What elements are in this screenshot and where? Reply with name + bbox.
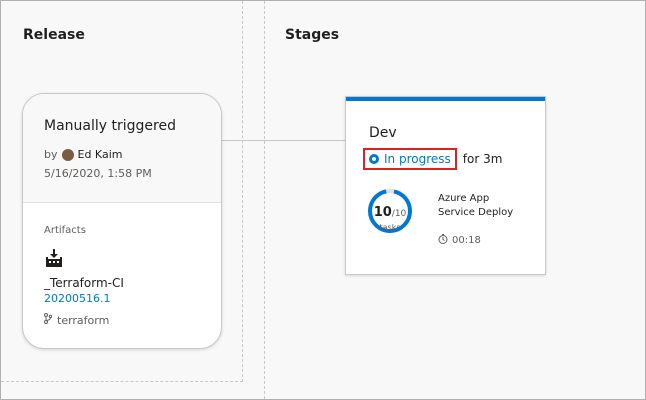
release-date: 5/16/2020, 1:58 PM xyxy=(44,167,152,180)
artifact-name: _Terraform-CI xyxy=(44,276,124,290)
current-task-name: Azure App Service Deploy xyxy=(438,192,518,220)
tasks-total: /10 xyxy=(391,209,407,219)
stage-name: Dev xyxy=(369,125,397,141)
branch-name: terraform xyxy=(57,313,110,327)
artifact-branch: terraform xyxy=(44,313,109,327)
build-number-link[interactable]: 20200516.1 xyxy=(44,292,110,305)
task-line2: Service Deploy xyxy=(438,207,514,218)
release-to-stage-connector xyxy=(221,140,345,141)
status-text: In progress xyxy=(384,152,451,166)
triggered-by: by Ed Kaim xyxy=(44,148,122,161)
release-card[interactable]: Manually triggered by Ed Kaim 5/16/2020,… xyxy=(22,93,222,349)
release-section-title: Release xyxy=(23,27,85,43)
stage-status-row: In progress for 3m xyxy=(363,148,502,170)
branch-icon xyxy=(44,313,53,327)
by-prefix: by xyxy=(44,148,58,161)
tasks-done: 10 xyxy=(373,205,392,220)
artifacts-label: Artifacts xyxy=(44,225,86,236)
ring-count: 10/10 xyxy=(366,201,414,220)
card-divider xyxy=(23,202,221,203)
author-name: Ed Kaim xyxy=(77,148,123,161)
status-duration: for 3m xyxy=(462,152,503,166)
task-time: 00:18 xyxy=(452,235,481,246)
build-artifact-icon xyxy=(44,249,64,273)
stages-section-title: Stages xyxy=(285,27,340,43)
task-line1: Azure App xyxy=(438,193,490,204)
tasks-label: tasks xyxy=(379,223,401,232)
task-elapsed: 00:18 xyxy=(438,234,481,247)
status-highlight-box[interactable]: In progress xyxy=(363,148,457,170)
timer-icon xyxy=(438,234,448,247)
avatar xyxy=(61,148,74,161)
in-progress-icon xyxy=(369,154,379,164)
stage-status-bar xyxy=(346,97,545,101)
stage-card-dev[interactable]: Dev In progress for 3m 10/10 tasks Azure… xyxy=(345,96,546,275)
trigger-title: Manually triggered xyxy=(44,118,176,134)
